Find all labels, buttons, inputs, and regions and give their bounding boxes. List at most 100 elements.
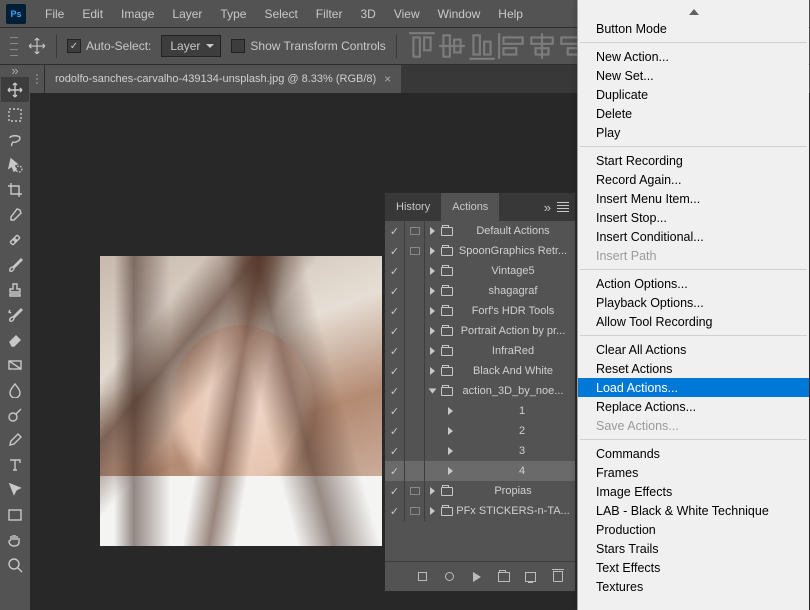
- menu-item[interactable]: Play: [578, 123, 809, 142]
- menu-file[interactable]: File: [36, 0, 73, 28]
- expand-arrow-icon[interactable]: [425, 361, 439, 381]
- menu-item[interactable]: Insert Menu Item...: [578, 189, 809, 208]
- toggle-checkmark[interactable]: [385, 481, 405, 501]
- menu-item[interactable]: Load Actions...: [578, 378, 809, 397]
- lasso-tool[interactable]: [1, 127, 29, 152]
- dialog-toggle[interactable]: [405, 221, 425, 241]
- menu-item[interactable]: Playback Options...: [578, 293, 809, 312]
- expand-arrow-icon[interactable]: [425, 301, 439, 321]
- action-row[interactable]: Black And White: [385, 361, 575, 381]
- align-top-icon[interactable]: [407, 32, 437, 60]
- menu-item[interactable]: Start Recording: [578, 151, 809, 170]
- action-row[interactable]: 1: [385, 401, 575, 421]
- auto-select-checkbox[interactable]: ✓: [67, 39, 81, 53]
- pen-tool[interactable]: [1, 427, 29, 452]
- action-row[interactable]: Forf's HDR Tools: [385, 301, 575, 321]
- menu-image[interactable]: Image: [112, 0, 163, 28]
- expand-arrow-icon[interactable]: [443, 461, 457, 481]
- dialog-toggle[interactable]: [405, 401, 425, 421]
- dialog-toggle[interactable]: [405, 261, 425, 281]
- action-row[interactable]: Propias: [385, 481, 575, 501]
- gradient-tool[interactable]: [1, 352, 29, 377]
- align-left-icon[interactable]: [497, 32, 527, 60]
- menu-item[interactable]: Insert Conditional...: [578, 227, 809, 246]
- tabbar-grip[interactable]: [30, 65, 44, 93]
- action-row[interactable]: InfraRed: [385, 341, 575, 361]
- expand-arrow-icon[interactable]: [443, 421, 457, 441]
- menu-item[interactable]: Text Effects: [578, 558, 809, 577]
- toggle-checkmark[interactable]: [385, 321, 405, 341]
- marquee-tool[interactable]: [1, 102, 29, 127]
- dialog-toggle[interactable]: [405, 281, 425, 301]
- align-hcenter-icon[interactable]: [527, 32, 557, 60]
- options-grip[interactable]: [10, 34, 18, 58]
- close-tab-icon[interactable]: ×: [384, 72, 391, 86]
- rectangle-tool[interactable]: [1, 502, 29, 527]
- menu-item[interactable]: Replace Actions...: [578, 397, 809, 416]
- dialog-toggle[interactable]: [405, 501, 425, 521]
- action-row[interactable]: 2: [385, 421, 575, 441]
- menu-item[interactable]: Image Effects: [578, 482, 809, 501]
- action-row[interactable]: PFx STICKERS-n-TA...: [385, 501, 575, 521]
- expand-arrow-icon[interactable]: [443, 401, 457, 421]
- expand-arrow-icon[interactable]: [425, 281, 439, 301]
- expand-arrow-icon[interactable]: [425, 341, 439, 361]
- toggle-checkmark[interactable]: [385, 441, 405, 461]
- menu-edit[interactable]: Edit: [73, 0, 112, 28]
- toolbox-grip[interactable]: [0, 65, 30, 75]
- menu-item[interactable]: Action Options...: [578, 274, 809, 293]
- toggle-checkmark[interactable]: [385, 501, 405, 521]
- toggle-checkmark[interactable]: [385, 241, 405, 261]
- new-set-icon[interactable]: [496, 570, 511, 584]
- menu-item[interactable]: Production: [578, 520, 809, 539]
- menu-item[interactable]: Button Mode: [578, 19, 809, 38]
- stop-icon[interactable]: [415, 570, 430, 584]
- menu-item[interactable]: Allow Tool Recording: [578, 312, 809, 331]
- expand-arrow-icon[interactable]: [425, 501, 439, 521]
- expand-arrow-icon[interactable]: [425, 221, 439, 241]
- dialog-toggle[interactable]: [405, 461, 425, 481]
- toggle-checkmark[interactable]: [385, 421, 405, 441]
- toggle-checkmark[interactable]: [385, 261, 405, 281]
- document-tab[interactable]: rodolfo-sanches-carvalho-439134-unsplash…: [44, 65, 401, 93]
- action-row[interactable]: shagagraf: [385, 281, 575, 301]
- expand-arrow-icon[interactable]: [425, 481, 439, 501]
- dialog-toggle[interactable]: [405, 441, 425, 461]
- collapse-panel-icon[interactable]: [544, 200, 551, 215]
- menu-item[interactable]: Reset Actions: [578, 359, 809, 378]
- move-tool[interactable]: [1, 77, 29, 102]
- eyedropper-tool[interactable]: [1, 202, 29, 227]
- toggle-checkmark[interactable]: [385, 361, 405, 381]
- expand-arrow-icon[interactable]: [425, 321, 439, 341]
- type-tool[interactable]: [1, 452, 29, 477]
- menu-item[interactable]: Delete: [578, 104, 809, 123]
- menu-filter[interactable]: Filter: [307, 0, 352, 28]
- brush-tool[interactable]: [1, 252, 29, 277]
- menu-item[interactable]: New Set...: [578, 66, 809, 85]
- stamp-tool[interactable]: [1, 277, 29, 302]
- menu-item[interactable]: Commands: [578, 444, 809, 463]
- menu-layer[interactable]: Layer: [163, 0, 211, 28]
- dodge-tool[interactable]: [1, 402, 29, 427]
- action-row[interactable]: 3: [385, 441, 575, 461]
- layer-dropdown[interactable]: Layer: [161, 35, 221, 57]
- menu-item[interactable]: LAB - Black & White Technique: [578, 501, 809, 520]
- play-icon[interactable]: [469, 570, 484, 584]
- dialog-toggle[interactable]: [405, 241, 425, 261]
- expand-arrow-icon[interactable]: [425, 261, 439, 281]
- expand-arrow-icon[interactable]: [425, 381, 439, 401]
- menu-item[interactable]: New Action...: [578, 47, 809, 66]
- menu-item[interactable]: Frames: [578, 463, 809, 482]
- dialog-toggle[interactable]: [405, 381, 425, 401]
- toggle-checkmark[interactable]: [385, 341, 405, 361]
- action-row[interactable]: 4: [385, 461, 575, 481]
- dialog-toggle[interactable]: [405, 341, 425, 361]
- toggle-checkmark[interactable]: [385, 381, 405, 401]
- action-row[interactable]: action_3D_by_noe...: [385, 381, 575, 401]
- record-icon[interactable]: [442, 570, 457, 584]
- document-canvas[interactable]: [100, 256, 382, 546]
- dialog-toggle[interactable]: [405, 321, 425, 341]
- dialog-toggle[interactable]: [405, 301, 425, 321]
- toggle-checkmark[interactable]: [385, 221, 405, 241]
- action-row[interactable]: Portrait Action by pr...: [385, 321, 575, 341]
